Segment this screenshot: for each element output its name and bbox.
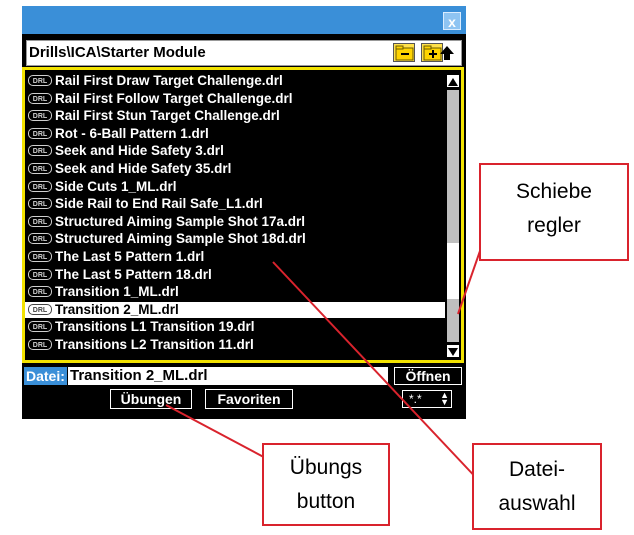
exercises-callout-line2: button xyxy=(296,490,356,513)
slider-callout-line2: regler xyxy=(527,214,581,237)
file-select-callout: Datei- auswahl xyxy=(472,443,602,530)
slider-callout-line1: Schiebe xyxy=(516,180,592,203)
slider-callout: Schiebe regler xyxy=(479,163,629,261)
exercises-callout-line1: Übungs xyxy=(289,456,363,479)
file-select-callout-line1: Datei- xyxy=(508,458,566,481)
exercises-callout-line xyxy=(165,404,274,463)
file-select-callout-line2: auswahl xyxy=(498,492,576,515)
exercises-callout: Übungs button xyxy=(262,443,390,526)
